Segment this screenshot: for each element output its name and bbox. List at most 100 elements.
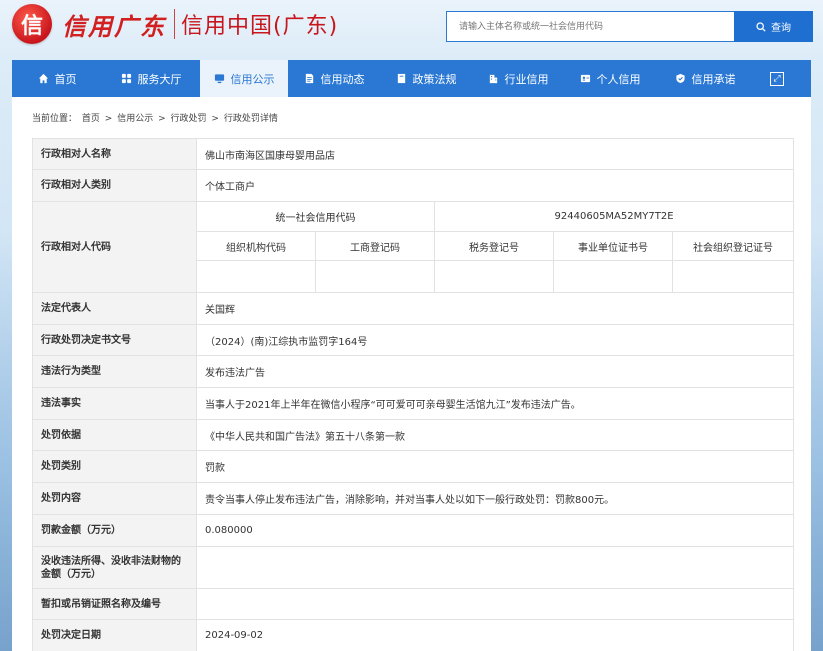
expand-icon: ⤢	[770, 71, 784, 86]
table-row: 违法事实 当事人于2021年上半年在微信小程序“可可爱可可亲母婴生活馆九江”发布…	[32, 387, 795, 420]
shield-check-icon	[675, 73, 685, 84]
search-button-label: 查询	[771, 23, 791, 34]
table-row: 违法行为类型 发布违法广告	[32, 355, 795, 388]
site-logo[interactable]: 信 信用广东 信用中国(广东)	[12, 4, 338, 44]
field-label: 违法行为类型	[32, 355, 197, 388]
table-row: 行政相对人类别 个体工商户	[32, 169, 795, 202]
logo-emblem-icon: 信	[12, 4, 52, 44]
field-value	[195, 588, 795, 620]
grid-icon	[121, 73, 131, 84]
field-label: 法定代表人	[32, 292, 197, 325]
table-row: 法定代表人 关国辉	[32, 292, 795, 325]
nav-item-label: 信用动态	[320, 72, 365, 86]
code-value	[315, 260, 435, 293]
logo-divider	[174, 9, 175, 39]
field-label: 行政相对人代码	[32, 201, 197, 293]
field-label: 行政相对人名称	[32, 138, 197, 170]
table-row: 处罚决定日期 2024-09-02	[32, 619, 795, 651]
id-card-icon	[580, 74, 590, 83]
nav-item-policy[interactable]: 政策法规	[380, 60, 472, 97]
document-icon	[305, 73, 313, 84]
code-value	[196, 260, 316, 293]
nav-item-credit-news[interactable]: 信用动态	[288, 60, 380, 97]
field-label: 罚款金额（万元）	[32, 514, 197, 547]
nav-item-label: 服务大厅	[137, 72, 182, 86]
breadcrumb-item-credit-publicity[interactable]: 信用公示	[117, 114, 153, 124]
search-button[interactable]: 查询	[734, 11, 813, 42]
code-value	[553, 260, 673, 293]
code-label: 事业单位证书号	[553, 231, 673, 261]
code-value	[671, 260, 795, 293]
field-label: 行政处罚决定书文号	[32, 324, 197, 356]
code-label: 工商登记码	[315, 231, 435, 261]
uscc-label: 统一社会信用代码	[196, 201, 435, 232]
search-bar: 查询	[446, 11, 813, 42]
search-icon	[756, 21, 766, 32]
penalty-detail-table: 行政相对人名称 佛山市南海区国康母婴用品店 行政相对人类别 个体工商户 行政相对…	[32, 138, 795, 651]
field-value: 责令当事人停止发布违法广告，消除影响，并对当事人处以如下一般行政处罚：罚款800…	[195, 482, 795, 515]
field-value	[195, 546, 795, 589]
nav-item-label: 信用承诺	[691, 72, 736, 86]
field-label: 处罚依据	[32, 419, 197, 451]
logo-title: 信用中国(广东)	[181, 14, 339, 39]
logo-script-text: 信用广东	[62, 11, 166, 41]
main-nav: 首页 服务大厅 信用公示 信用动态 政策法规 行业信用 个人信用 信用承诺 ⤢	[12, 60, 811, 97]
table-row: 行政相对人名称 佛山市南海区国康母婴用品店	[32, 138, 795, 170]
building-icon	[489, 74, 497, 84]
table-row: 行政处罚决定书文号 （2024）(南)江综执市监罚字164号	[32, 324, 795, 356]
nav-expand-button[interactable]: ⤢	[754, 60, 800, 97]
field-value: 《中华人民共和国广告法》第五十八条第一款	[195, 419, 795, 451]
site-header: 信 信用广东 信用中国(广东) 查询	[0, 0, 823, 60]
field-value: 关国辉	[195, 292, 795, 325]
field-label: 没收违法所得、没收非法财物的金额（万元）	[32, 546, 197, 589]
field-value: 个体工商户	[195, 169, 795, 202]
nav-item-label: 行业信用	[504, 72, 549, 86]
nav-item-label: 个人信用	[596, 72, 641, 86]
book-icon	[397, 73, 405, 84]
field-label: 行政相对人类别	[32, 169, 197, 202]
field-label: 违法事实	[32, 387, 197, 420]
code-label: 税务登记号	[434, 231, 554, 261]
nav-item-credit-commitment[interactable]: 信用承诺	[656, 60, 754, 97]
breadcrumb-item-home[interactable]: 首页	[82, 114, 100, 124]
field-label: 处罚决定日期	[32, 619, 197, 651]
field-value: 当事人于2021年上半年在微信小程序“可可爱可可亲母婴生活馆九江”发布违法广告。	[195, 387, 795, 420]
home-icon	[38, 73, 48, 84]
nav-item-personal-credit[interactable]: 个人信用	[564, 60, 656, 97]
field-value: 2024-09-02	[195, 619, 795, 651]
table-row: 处罚依据 《中华人民共和国广告法》第五十八条第一款	[32, 419, 795, 451]
breadcrumb-item-penalty-detail: 行政处罚详情	[223, 114, 278, 124]
code-label: 组织机构代码	[196, 231, 316, 261]
field-label: 处罚内容	[32, 482, 197, 515]
breadcrumb-separator: >	[211, 114, 219, 124]
breadcrumb-prefix: 当前位置：	[32, 114, 78, 124]
nav-item-credit-publicity[interactable]: 信用公示	[200, 60, 288, 97]
field-value: 0.080000	[195, 514, 795, 547]
field-value: 佛山市南海区国康母婴用品店	[195, 138, 795, 170]
field-label: 暂扣或吊销证照名称及编号	[32, 588, 197, 620]
table-row: 没收违法所得、没收非法财物的金额（万元）	[32, 546, 795, 589]
breadcrumb: 当前位置： 首页 > 信用公示 > 行政处罚 > 行政处罚详情	[32, 111, 280, 124]
nav-item-industry-credit[interactable]: 行业信用	[472, 60, 564, 97]
field-label: 处罚类别	[32, 450, 197, 483]
nav-item-service-hall[interactable]: 服务大厅	[102, 60, 200, 97]
breadcrumb-separator: >	[158, 114, 166, 124]
code-label: 社会组织登记证号	[671, 231, 795, 261]
monitor-icon	[214, 74, 224, 84]
table-row: 罚款金额（万元） 0.080000	[32, 514, 795, 547]
nav-item-label: 政策法规	[412, 72, 457, 86]
table-row: 处罚内容 责令当事人停止发布违法广告，消除影响，并对当事人处以如下一般行政处罚：…	[32, 482, 795, 515]
nav-item-label: 信用公示	[230, 72, 275, 86]
content-panel: 当前位置： 首页 > 信用公示 > 行政处罚 > 行政处罚详情 行政相对人名称 …	[12, 97, 811, 651]
code-value	[434, 260, 554, 293]
table-row: 行政相对人代码 统一社会信用代码 92440605MA52MY7T2E	[32, 201, 795, 293]
search-input[interactable]	[446, 11, 734, 42]
table-row: 处罚类别 罚款	[32, 450, 795, 483]
field-value: 罚款	[195, 450, 795, 483]
nav-item-label: 首页	[54, 72, 77, 86]
table-row: 暂扣或吊销证照名称及编号	[32, 588, 795, 620]
field-value: 发布违法广告	[195, 355, 795, 388]
breadcrumb-separator: >	[104, 114, 113, 124]
breadcrumb-item-admin-penalty[interactable]: 行政处罚	[171, 114, 207, 124]
nav-item-home[interactable]: 首页	[12, 60, 102, 97]
